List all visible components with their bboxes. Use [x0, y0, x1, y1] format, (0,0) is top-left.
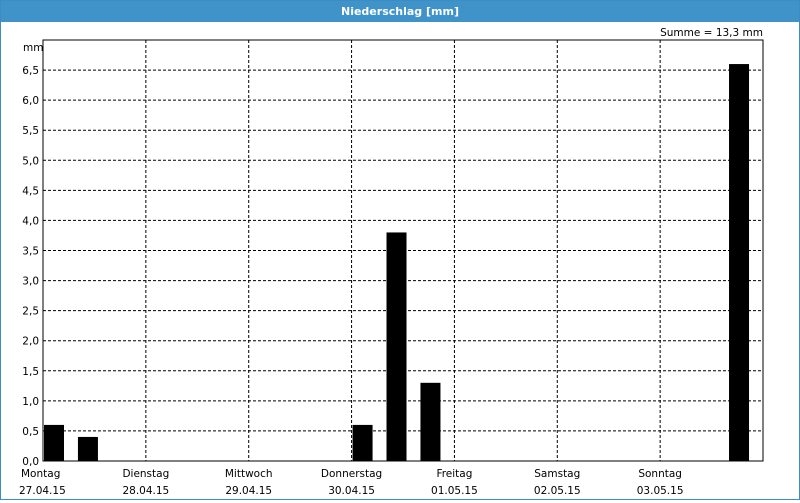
x-day-label: Freitag — [436, 468, 472, 480]
x-day-label: Dienstag — [122, 468, 169, 480]
precip-bar — [77, 436, 98, 461]
y-tick-label: 3,0 — [22, 276, 39, 288]
chart-svg: 0,0 0,5 1,0 1,5 2,0 2,5 3,0 3,5 4,0 4,5 5,0 5,5 6,0 6… — [19, 27, 764, 497]
y-tick-label: 5,5 — [22, 125, 39, 137]
x-day-label: Mittwoch — [225, 468, 273, 480]
precipitation-chart: 0,0 0,5 1,0 1,5 2,0 2,5 3,0 3,5 4,0 4,5 5,0 5,5 6,0 6… — [1, 23, 799, 499]
chart-window: Niederschlag [mm] 0,0 0,5 1,0 1,5 2,0 2,5 3,0 3… — [0, 0, 800, 500]
y-tick-label: 3,5 — [22, 246, 39, 258]
y-tick-label: 6,0 — [22, 95, 39, 107]
x-date-label: 01.05.15 — [431, 485, 478, 497]
y-tick-label: 0,5 — [22, 426, 39, 438]
y-tick-label: 2,5 — [22, 306, 39, 318]
x-day-label: Donnerstag — [321, 468, 382, 480]
window-title: Niederschlag [mm] — [1, 1, 799, 22]
x-day-label: Montag — [21, 468, 60, 480]
bar-series — [44, 64, 750, 462]
y-tick-label: 6,5 — [22, 65, 39, 77]
precip-bar — [44, 424, 64, 461]
y-axis-unit: mm — [23, 42, 43, 54]
y-tick-label: 5,0 — [22, 155, 39, 167]
y-tick-label: 1,5 — [22, 366, 39, 378]
x-day-label: Samstag — [534, 468, 580, 480]
x-date-label: 30.04.15 — [328, 485, 375, 497]
x-date-label: 27.04.15 — [19, 485, 66, 497]
precip-bar — [729, 64, 750, 462]
y-tick-label: 0,0 — [22, 456, 39, 468]
precip-bar — [352, 424, 373, 461]
x-date-label: 03.05.15 — [637, 485, 684, 497]
x-day-label: Sonntag — [638, 468, 682, 480]
precip-bar — [420, 382, 441, 461]
y-tick-label: 2,0 — [22, 336, 39, 348]
x-date-label: 29.04.15 — [225, 485, 272, 497]
x-date-label: 02.05.15 — [534, 485, 581, 497]
x-date-label: 28.04.15 — [122, 485, 169, 497]
precip-bar — [386, 232, 407, 461]
sum-label: Summe = 13,3 mm — [660, 27, 763, 39]
y-tick-label: 4,0 — [22, 215, 39, 227]
y-tick-label: 4,5 — [22, 185, 39, 197]
y-tick-label: 1,0 — [22, 396, 39, 408]
